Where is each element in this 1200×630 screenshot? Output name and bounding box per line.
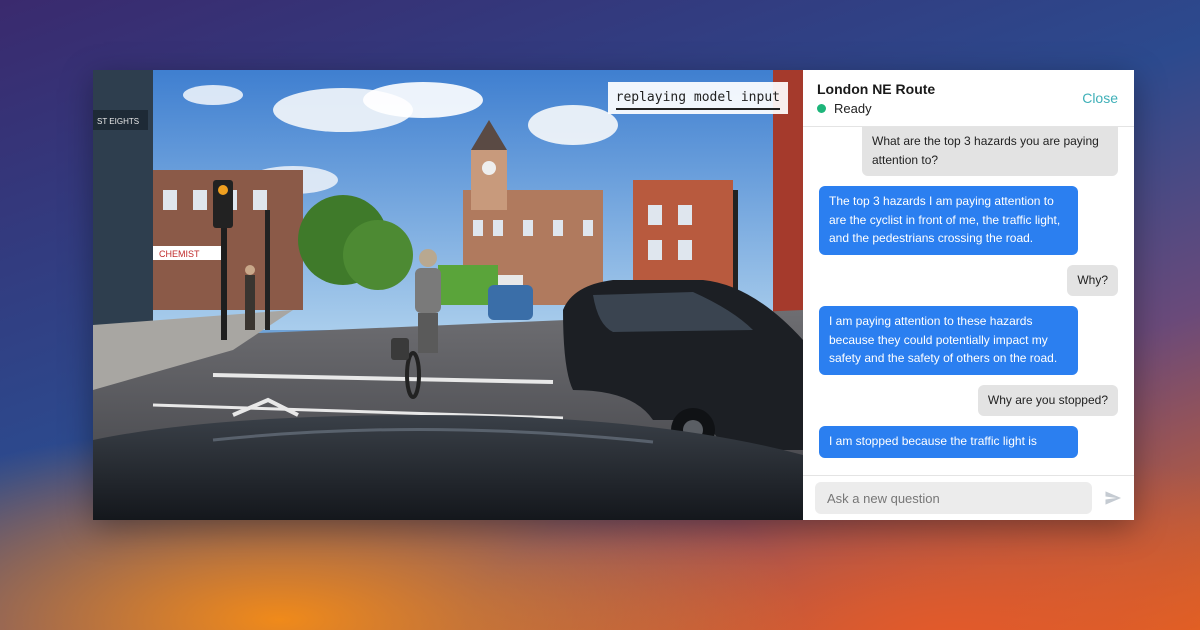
user-message: Why are you stopped? bbox=[977, 384, 1118, 416]
bot-message: I am paying attention to these hazards b… bbox=[819, 306, 1078, 375]
bot-message: I am stopped because the traffic light i… bbox=[819, 426, 1078, 458]
user-message: What are the top 3 hazards you are payin… bbox=[862, 127, 1118, 176]
bot-message: The top 3 hazards I am paying attention … bbox=[819, 186, 1078, 255]
status-indicator: Ready bbox=[817, 101, 872, 116]
chat-panel: London NE Route Ready Close What are the… bbox=[803, 70, 1134, 520]
app-window: CHEMIST ST EIGHTS replaying model input … bbox=[93, 70, 1134, 520]
route-title: London NE Route bbox=[817, 81, 936, 97]
close-button[interactable]: Close bbox=[1082, 90, 1118, 106]
message-list[interactable]: What are the top 3 hazards you are payin… bbox=[803, 127, 1134, 475]
pub-sign: ST EIGHTS bbox=[97, 117, 139, 126]
composer bbox=[803, 475, 1134, 520]
user-message: Why? bbox=[1067, 264, 1118, 296]
status-text: Ready bbox=[834, 101, 872, 116]
dashcam-scene: CHEMIST ST EIGHTS bbox=[93, 70, 803, 520]
replay-overlay-label: replaying model input bbox=[607, 82, 788, 114]
send-icon[interactable] bbox=[1104, 489, 1122, 507]
video-replay-panel: CHEMIST ST EIGHTS replaying model input bbox=[93, 70, 803, 520]
chat-header: London NE Route Ready Close bbox=[803, 70, 1134, 127]
chemist-sign: CHEMIST bbox=[159, 249, 200, 259]
status-dot-icon bbox=[817, 104, 826, 113]
question-input[interactable] bbox=[815, 482, 1093, 514]
